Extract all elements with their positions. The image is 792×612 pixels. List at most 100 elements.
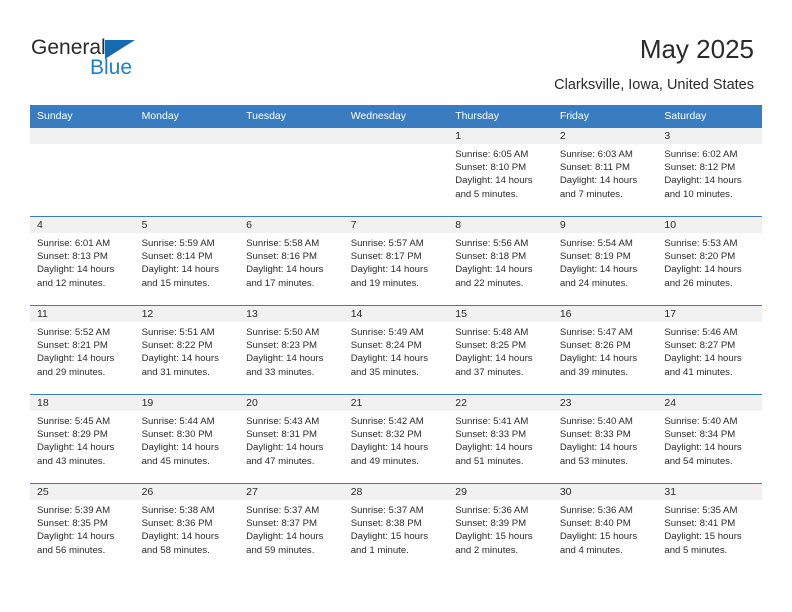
calendar-day-cell[interactable]: 20 Sunrise: 5:43 AM Sunset: 8:31 PM Dayligh… <box>239 394 344 484</box>
sunset-time: Sunset: 8:18 PM <box>455 251 527 263</box>
page-title: May 2025 <box>639 34 754 64</box>
calendar-day-cell[interactable]: 23 Sunrise: 5:40 AM Sunset: 8:33 PM Dayligh… <box>552 394 658 484</box>
weekday-header-monday: Monday <box>134 105 240 128</box>
sun-details: Sunrise: 5:56 AM Sunset: 8:18 PM Daylight:… <box>448 233 553 290</box>
sunrise-time: Sunrise: 5:59 AM <box>141 238 215 249</box>
day-cell-inner: 1 Sunrise: 6:05 AM Sunset: 8:10 PM Daylight… <box>448 128 553 216</box>
sun-details: Sunrise: 5:51 AM Sunset: 8:22 PM Daylight:… <box>135 322 240 379</box>
calendar-day-cell[interactable]: 24 Sunrise: 5:40 AM Sunset: 8:34 PM Dayligh… <box>657 394 762 484</box>
page-header: General Blue May 2025 Clarksville, Iowa,… <box>0 0 792 102</box>
daylight-duration-line2: and 43 minutes. <box>37 455 106 467</box>
day-cell-inner: 2 Sunrise: 6:03 AM Sunset: 8:11 PM Daylight… <box>552 128 658 216</box>
calendar-week-row: 4 Sunrise: 6:01 AM Sunset: 8:13 PM Daylight… <box>30 216 762 306</box>
daylight-duration-line1: Daylight: 14 hours <box>455 353 533 365</box>
sunset-time: Sunset: 8:17 PM <box>350 251 422 263</box>
day-cell-inner: 29 Sunrise: 5:36 AM Sunset: 8:39 PM Dayligh… <box>448 484 553 573</box>
sunrise-time: Sunrise: 5:54 AM <box>559 238 633 249</box>
logo-text-blue: Blue <box>90 56 133 79</box>
day-number <box>134 128 240 144</box>
sunrise-time: Sunrise: 5:45 AM <box>37 416 111 427</box>
day-cell-inner: 3 Sunrise: 6:02 AM Sunset: 8:12 PM Daylight… <box>657 128 762 216</box>
sun-details: Sunrise: 5:41 AM Sunset: 8:33 PM Daylight:… <box>448 411 553 468</box>
calendar-day-cell[interactable]: 9 Sunrise: 5:54 AM Sunset: 8:19 PM Daylight… <box>552 216 658 306</box>
daylight-duration-line1: Daylight: 14 hours <box>664 442 742 454</box>
day-number: 4 <box>30 217 135 233</box>
sunrise-time: Sunrise: 5:48 AM <box>455 327 529 338</box>
day-cell-inner: 11 Sunrise: 5:52 AM Sunset: 8:21 PM Dayligh… <box>30 306 135 394</box>
calendar-day-cell[interactable]: 29 Sunrise: 5:36 AM Sunset: 8:39 PM Dayligh… <box>448 483 553 573</box>
sunset-time: Sunset: 8:41 PM <box>664 518 736 530</box>
calendar-day-cell[interactable]: 18 Sunrise: 5:45 AM Sunset: 8:29 PM Dayligh… <box>30 394 135 484</box>
calendar-day-cell[interactable]: 6 Sunrise: 5:58 AM Sunset: 8:16 PM Daylight… <box>239 216 344 306</box>
calendar-day-cell[interactable]: 25 Sunrise: 5:39 AM Sunset: 8:35 PM Dayligh… <box>30 483 135 573</box>
day-number: 6 <box>239 217 344 233</box>
calendar-day-cell[interactable]: 14 Sunrise: 5:49 AM Sunset: 8:24 PM Dayligh… <box>343 305 449 395</box>
calendar-day-cell[interactable]: 31 Sunrise: 5:35 AM Sunset: 8:41 PM Dayligh… <box>657 483 762 573</box>
sun-details: Sunrise: 5:57 AM Sunset: 8:17 PM Daylight:… <box>344 233 449 290</box>
sunrise-time: Sunrise: 5:44 AM <box>141 416 215 427</box>
calendar-day-cell[interactable]: 3 Sunrise: 6:02 AM Sunset: 8:12 PM Daylight… <box>657 127 762 217</box>
calendar-day-cell[interactable]: 16 Sunrise: 5:47 AM Sunset: 8:26 PM Dayligh… <box>552 305 658 395</box>
calendar-day-cell[interactable]: 12 Sunrise: 5:51 AM Sunset: 8:22 PM Dayligh… <box>134 305 240 395</box>
sunrise-time: Sunrise: 5:58 AM <box>246 238 320 249</box>
calendar-day-cell[interactable]: 7 Sunrise: 5:57 AM Sunset: 8:17 PM Daylight… <box>343 216 449 306</box>
calendar-day-cell[interactable]: 4 Sunrise: 6:01 AM Sunset: 8:13 PM Daylight… <box>30 216 135 306</box>
day-number: 9 <box>552 217 658 233</box>
sun-details: Sunrise: 5:47 AM Sunset: 8:26 PM Daylight:… <box>553 322 658 379</box>
sunset-time: Sunset: 8:33 PM <box>559 429 631 441</box>
daylight-duration-line2: and 5 minutes. <box>664 544 728 556</box>
calendar-day-cell[interactable]: 26 Sunrise: 5:38 AM Sunset: 8:36 PM Dayligh… <box>134 483 240 573</box>
daylight-duration-line1: Daylight: 15 hours <box>350 531 429 543</box>
calendar-day-cell[interactable]: 27 Sunrise: 5:37 AM Sunset: 8:37 PM Dayligh… <box>239 483 344 573</box>
calendar-day-cell[interactable]: 30 Sunrise: 5:36 AM Sunset: 8:40 PM Dayligh… <box>552 483 658 573</box>
daylight-duration-line1: Daylight: 14 hours <box>559 264 638 276</box>
day-cell-inner: 19 Sunrise: 5:44 AM Sunset: 8:30 PM Dayligh… <box>134 395 240 483</box>
day-number: 2 <box>552 128 658 144</box>
daylight-duration-line1: Daylight: 14 hours <box>141 442 219 454</box>
calendar-day-cell[interactable]: 10 Sunrise: 5:53 AM Sunset: 8:20 PM Dayligh… <box>657 216 762 306</box>
daylight-duration-line1: Daylight: 14 hours <box>350 353 429 365</box>
daylight-duration-line1: Daylight: 14 hours <box>350 442 429 454</box>
daylight-duration-line1: Daylight: 14 hours <box>37 442 115 454</box>
calendar-day-cell[interactable]: 21 Sunrise: 5:42 AM Sunset: 8:32 PM Dayligh… <box>343 394 449 484</box>
sunset-time: Sunset: 8:27 PM <box>664 340 736 352</box>
weekday-header-row: Sunday Monday Tuesday Wednesday Thursday… <box>30 105 762 128</box>
calendar-day-cell[interactable]: 22 Sunrise: 5:41 AM Sunset: 8:33 PM Dayligh… <box>448 394 553 484</box>
day-number: 31 <box>657 484 762 500</box>
daylight-duration-line1: Daylight: 14 hours <box>455 442 533 454</box>
day-cell-inner: 24 Sunrise: 5:40 AM Sunset: 8:34 PM Dayligh… <box>657 395 762 483</box>
sun-details: Sunrise: 5:36 AM Sunset: 8:39 PM Daylight:… <box>448 500 553 557</box>
calendar-day-cell[interactable]: 19 Sunrise: 5:44 AM Sunset: 8:30 PM Dayligh… <box>134 394 240 484</box>
sun-details: Sunrise: 6:02 AM Sunset: 8:12 PM Daylight:… <box>657 144 762 201</box>
calendar-day-cell[interactable]: 13 Sunrise: 5:50 AM Sunset: 8:23 PM Dayligh… <box>239 305 344 395</box>
day-number: 24 <box>657 395 762 411</box>
day-cell-inner: 8 Sunrise: 5:56 AM Sunset: 8:18 PM Daylight… <box>448 217 553 305</box>
calendar-week-row: 25 Sunrise: 5:39 AM Sunset: 8:35 PM Dayligh… <box>30 483 762 573</box>
sunrise-time: Sunrise: 5:43 AM <box>246 416 320 427</box>
calendar-day-cell[interactable]: 8 Sunrise: 5:56 AM Sunset: 8:18 PM Daylight… <box>448 216 553 306</box>
calendar-day-cell[interactable]: 5 Sunrise: 5:59 AM Sunset: 8:14 PM Daylight… <box>134 216 240 306</box>
calendar-day-cell[interactable]: 15 Sunrise: 5:48 AM Sunset: 8:25 PM Dayligh… <box>448 305 553 395</box>
daylight-duration-line2: and 17 minutes. <box>246 277 315 289</box>
day-number: 20 <box>239 395 344 411</box>
day-cell-inner: 17 Sunrise: 5:46 AM Sunset: 8:27 PM Dayligh… <box>657 306 762 394</box>
sunrise-time: Sunrise: 5:36 AM <box>455 505 529 516</box>
day-cell-inner: 9 Sunrise: 5:54 AM Sunset: 8:19 PM Daylight… <box>552 217 658 305</box>
calendar-day-cell[interactable]: 2 Sunrise: 6:03 AM Sunset: 8:11 PM Daylight… <box>552 127 658 217</box>
generalblue-logo[interactable]: General Blue <box>31 36 251 88</box>
daylight-duration-line2: and 4 minutes. <box>559 544 623 556</box>
day-number: 21 <box>343 395 449 411</box>
sunset-time: Sunset: 8:35 PM <box>37 518 108 530</box>
sunset-time: Sunset: 8:20 PM <box>664 251 736 263</box>
calendar-week-row: 1 Sunrise: 6:05 AM Sunset: 8:10 PM Daylight… <box>30 127 762 217</box>
calendar-day-cell[interactable]: 28 Sunrise: 5:37 AM Sunset: 8:38 PM Dayligh… <box>343 483 449 573</box>
sunrise-time: Sunrise: 5:41 AM <box>455 416 529 427</box>
daylight-duration-line2: and 26 minutes. <box>664 277 733 289</box>
daylight-duration-line2: and 1 minute. <box>350 544 409 556</box>
calendar-day-cell[interactable]: 17 Sunrise: 5:46 AM Sunset: 8:27 PM Dayligh… <box>657 305 762 395</box>
sun-details: Sunrise: 5:53 AM Sunset: 8:20 PM Daylight:… <box>657 233 762 290</box>
weekday-header-saturday: Saturday <box>657 105 762 128</box>
calendar-day-cell[interactable]: 1 Sunrise: 6:05 AM Sunset: 8:10 PM Daylight… <box>448 127 553 217</box>
daylight-duration-line2: and 59 minutes. <box>246 544 315 556</box>
calendar-day-cell[interactable]: 11 Sunrise: 5:52 AM Sunset: 8:21 PM Dayligh… <box>30 305 135 395</box>
